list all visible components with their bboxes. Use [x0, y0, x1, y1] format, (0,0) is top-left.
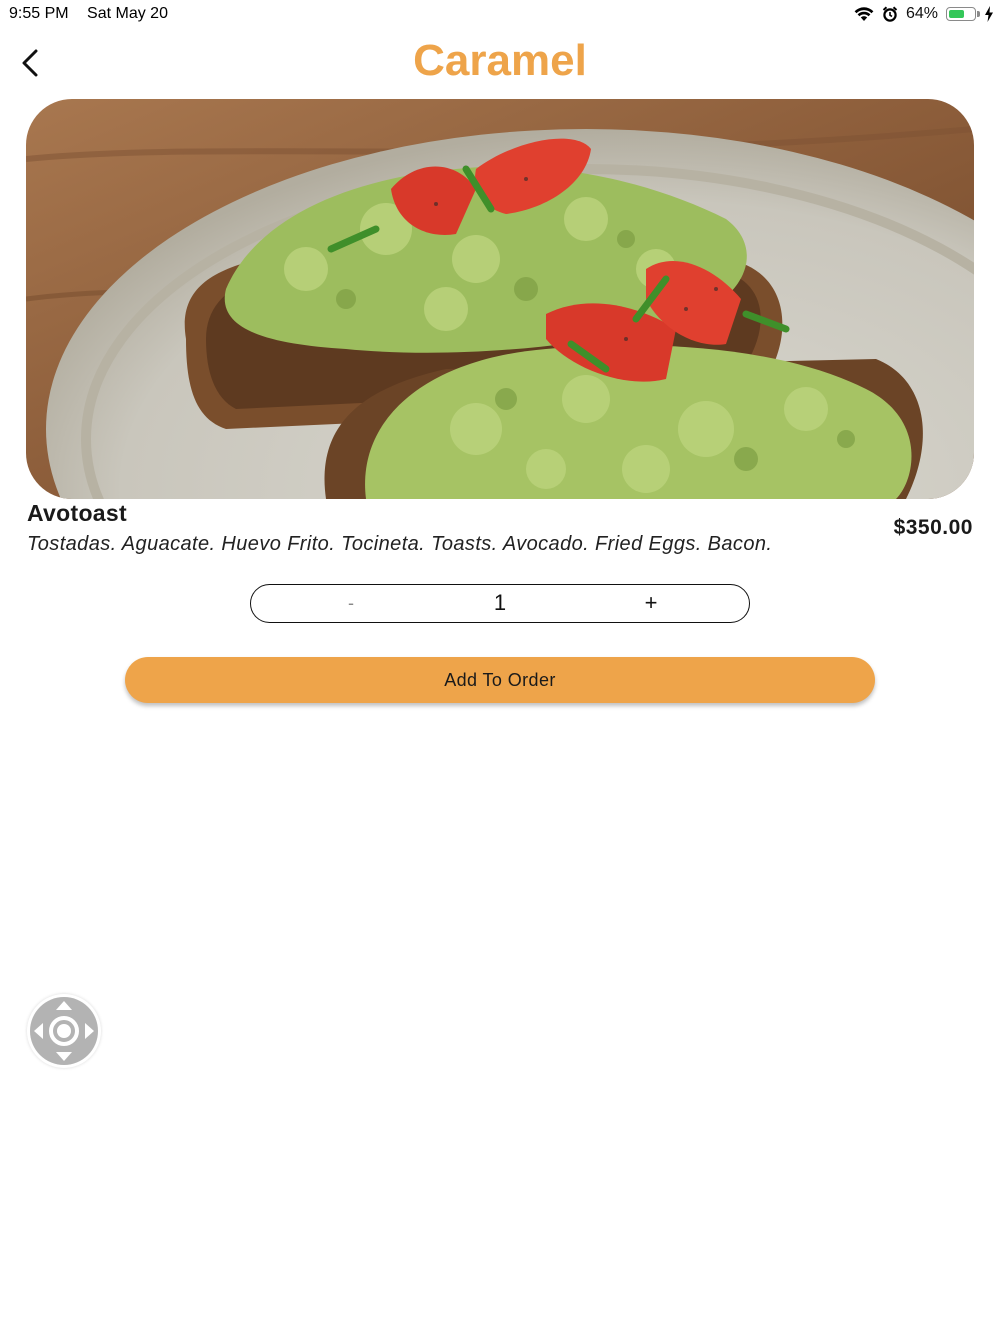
- quantity-value: 1: [493, 590, 507, 615]
- product-price: $350.00: [893, 516, 973, 539]
- add-to-order-button[interactable]: Add To Order: [125, 657, 875, 703]
- battery-level-fill: [949, 10, 964, 18]
- product-image: [26, 99, 974, 499]
- increase-quantity-button[interactable]: +: [631, 585, 671, 621]
- assistive-touch-button[interactable]: [27, 994, 101, 1068]
- charging-bolt-icon: [985, 6, 993, 22]
- product-description: Tostadas. Aguacate. Huevo Frito. Tocinet…: [27, 533, 773, 555]
- page-title: Caramel: [413, 36, 587, 85]
- status-indicators: 64%: [854, 4, 994, 24]
- battery-percent: 64%: [905, 5, 938, 22]
- assistive-touch-icon: [30, 997, 98, 1065]
- avocado-toast-photo-icon: [26, 99, 974, 499]
- quantity-stepper: - 1 +: [250, 584, 750, 623]
- wifi-icon: [854, 7, 874, 21]
- alarm-icon: [882, 6, 898, 22]
- status-date: Sat May 20: [87, 5, 168, 22]
- status-bar: 9:55 PM Sat May 20 64%: [0, 0, 1000, 28]
- status-time: 9:55 PM: [9, 5, 69, 22]
- status-time-date: 9:55 PM Sat May 20: [9, 5, 182, 23]
- product-name: Avotoast: [27, 500, 127, 526]
- decrease-quantity-button[interactable]: -: [331, 585, 371, 621]
- battery-icon: [946, 7, 980, 21]
